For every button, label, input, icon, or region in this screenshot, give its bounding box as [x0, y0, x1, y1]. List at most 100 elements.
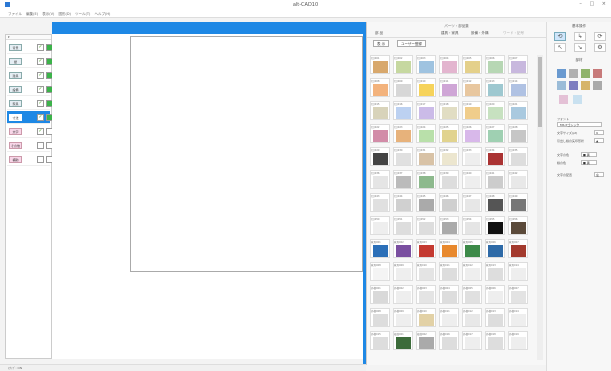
library-tile[interactable]: ｸﾛｽ019 — [462, 101, 482, 120]
layer-row[interactable]: 背景 ✓ — [7, 41, 53, 54]
library-tile[interactable]: ｸﾛｽ008 — [370, 78, 390, 97]
library-tile[interactable]: 家具006 — [485, 239, 505, 258]
library-tile[interactable]: 家具008 — [370, 262, 390, 281]
library-tile[interactable]: ｸﾛｽ020 — [485, 101, 505, 120]
library-tile[interactable]: ｸﾛｽ003 — [416, 55, 436, 74]
library-tile[interactable]: ｸﾛｽ011 — [439, 78, 459, 97]
library-tile[interactable]: 家具003 — [416, 239, 436, 258]
library-tile[interactable]: ｸﾛｽ007 — [508, 55, 528, 74]
library-tile[interactable]: 家具004 — [439, 239, 459, 258]
library-tile[interactable]: 外構016 — [439, 331, 459, 350]
library-tile[interactable]: ｸﾛｽ006 — [485, 55, 505, 74]
library-tile[interactable]: ｸﾛｽ047 — [462, 193, 482, 212]
library-tile[interactable]: ｸﾛｽ033 — [462, 147, 482, 166]
window-controls[interactable]: – □ × — [579, 1, 609, 7]
beam-icon[interactable] — [569, 81, 578, 90]
library-tile[interactable]: 外構007 — [508, 285, 528, 304]
library-tile[interactable]: 外構003 — [416, 285, 436, 304]
menu-tools[interactable]: ツール(T) — [75, 12, 90, 16]
library-tile[interactable]: 家具011 — [439, 262, 459, 281]
library-tile[interactable]: 外構011 — [439, 308, 459, 327]
library-tile[interactable]: ｸﾛｽ040 — [462, 170, 482, 189]
library-tile[interactable]: ｸﾛｽ036 — [370, 170, 390, 189]
library-tile[interactable]: ｸﾛｽ002 — [393, 55, 413, 74]
library-tile[interactable]: 外構005 — [462, 285, 482, 304]
library-tile[interactable]: 外構010 — [416, 308, 436, 327]
library-tile[interactable]: 家具013 — [485, 262, 505, 281]
library-tile[interactable]: ｸﾛｽ013 — [485, 78, 505, 97]
library-tile[interactable]: 外構002 — [393, 285, 413, 304]
library-tile[interactable]: ｸﾛｽ014 — [508, 78, 528, 97]
library-tile[interactable]: 外構018 — [485, 331, 505, 350]
library-tile[interactable]: 家具009 — [393, 262, 413, 281]
library-tile[interactable]: 家具005 — [462, 239, 482, 258]
library-tile[interactable]: 外構006 — [485, 285, 505, 304]
library-tile[interactable]: ｸﾛｽ055 — [485, 216, 505, 235]
text-color-select[interactable]: ■ 黒 — [581, 152, 597, 157]
wall-icon[interactable] — [557, 69, 566, 78]
window-icon[interactable] — [581, 69, 590, 78]
library-tile[interactable]: 外構012 — [462, 308, 482, 327]
library-tile[interactable]: ｸﾛｽ030 — [393, 147, 413, 166]
line-color-select[interactable]: ■ 黒 — [581, 160, 597, 165]
layer-visible-checkbox[interactable]: ✓ — [37, 100, 44, 107]
menu-draw[interactable]: 図形(D) — [58, 12, 70, 16]
library-tile[interactable]: ｸﾛｽ032 — [439, 147, 459, 166]
library-tile[interactable]: ｸﾛｽ053 — [439, 216, 459, 235]
font-select[interactable]: MS Pゴシック — [557, 122, 602, 127]
library-tile[interactable]: 植栽002 — [416, 331, 436, 350]
tab-words[interactable]: ワード・記号 — [503, 31, 524, 36]
library-tile[interactable]: ｸﾛｽ029 — [370, 147, 390, 166]
arrow-select[interactable]: ▲ — [594, 138, 604, 143]
library-tile[interactable]: 外構013 — [485, 308, 505, 327]
settings-tool[interactable]: ⚙ — [594, 43, 606, 52]
library-tile[interactable]: ｸﾛｽ035 — [508, 147, 528, 166]
library-tile[interactable]: ｸﾛｽ041 — [485, 170, 505, 189]
layer-row[interactable]: 設備 ✓ — [7, 83, 53, 96]
dimension-icon[interactable] — [573, 95, 582, 104]
stair-icon[interactable] — [593, 69, 602, 78]
register-button[interactable]: ユーザー登録 — [397, 40, 426, 47]
library-tile[interactable]: ｸﾛｽ026 — [462, 124, 482, 143]
library-tile[interactable]: ｸﾛｽ016 — [393, 101, 413, 120]
library-tile[interactable]: 外構017 — [462, 331, 482, 350]
library-tile[interactable]: ｸﾛｽ052 — [416, 216, 436, 235]
library-tile[interactable]: ｸﾛｽ042 — [508, 170, 528, 189]
layer-row[interactable]: 建具 ✓ — [7, 69, 53, 82]
library-tile[interactable]: ｸﾛｽ015 — [370, 101, 390, 120]
drawing-canvas[interactable] — [52, 34, 363, 359]
layer-row[interactable]: 文字 ✓ — [7, 125, 53, 138]
scroll-thumb[interactable] — [538, 57, 542, 127]
floor-icon[interactable] — [581, 81, 590, 90]
library-tile[interactable]: 家具001 — [370, 239, 390, 258]
library-tile[interactable]: ｸﾛｽ025 — [439, 124, 459, 143]
layer-visible-checkbox[interactable]: ✓ — [37, 72, 44, 79]
library-tile[interactable]: 外構008 — [370, 308, 390, 327]
library-tile[interactable]: ｸﾛｽ022 — [370, 124, 390, 143]
library-tile[interactable]: 家具007 — [508, 239, 528, 258]
library-tile[interactable]: ｸﾛｽ049 — [508, 193, 528, 212]
library-tile[interactable]: ｸﾛｽ017 — [416, 101, 436, 120]
select-tool[interactable]: ↳ — [574, 32, 586, 41]
library-tile[interactable]: 植栽001 — [393, 331, 413, 350]
library-tile[interactable]: ｸﾛｽ048 — [485, 193, 505, 212]
library-tile[interactable]: ｸﾛｽ037 — [393, 170, 413, 189]
library-tile[interactable]: ｸﾛｽ004 — [439, 55, 459, 74]
library-scrollbar[interactable] — [537, 55, 543, 360]
tab-equipment[interactable]: 設備・外構 — [471, 31, 489, 36]
layer-visible-checkbox[interactable] — [37, 156, 44, 163]
library-tile[interactable]: ｸﾛｽ009 — [393, 78, 413, 97]
drawing-page[interactable] — [130, 36, 363, 272]
door-icon[interactable] — [569, 69, 578, 78]
show-button[interactable]: 表 示 — [373, 40, 390, 47]
column-icon[interactable] — [557, 81, 566, 90]
layer-visible-checkbox[interactable]: ✓ — [37, 114, 44, 121]
layer-row[interactable]: 寸法 ✓ — [7, 111, 53, 124]
library-tile[interactable]: ｸﾛｽ039 — [439, 170, 459, 189]
layer-row[interactable]: 壁 ✓ — [7, 55, 53, 68]
menu-help[interactable]: ヘルプ(H) — [95, 12, 111, 16]
library-tile[interactable]: ｸﾛｽ051 — [393, 216, 413, 235]
redo-tool[interactable]: ⟳ — [594, 32, 606, 41]
library-tile[interactable]: ｸﾛｽ038 — [416, 170, 436, 189]
menu-edit[interactable]: 編集(E) — [26, 12, 38, 16]
